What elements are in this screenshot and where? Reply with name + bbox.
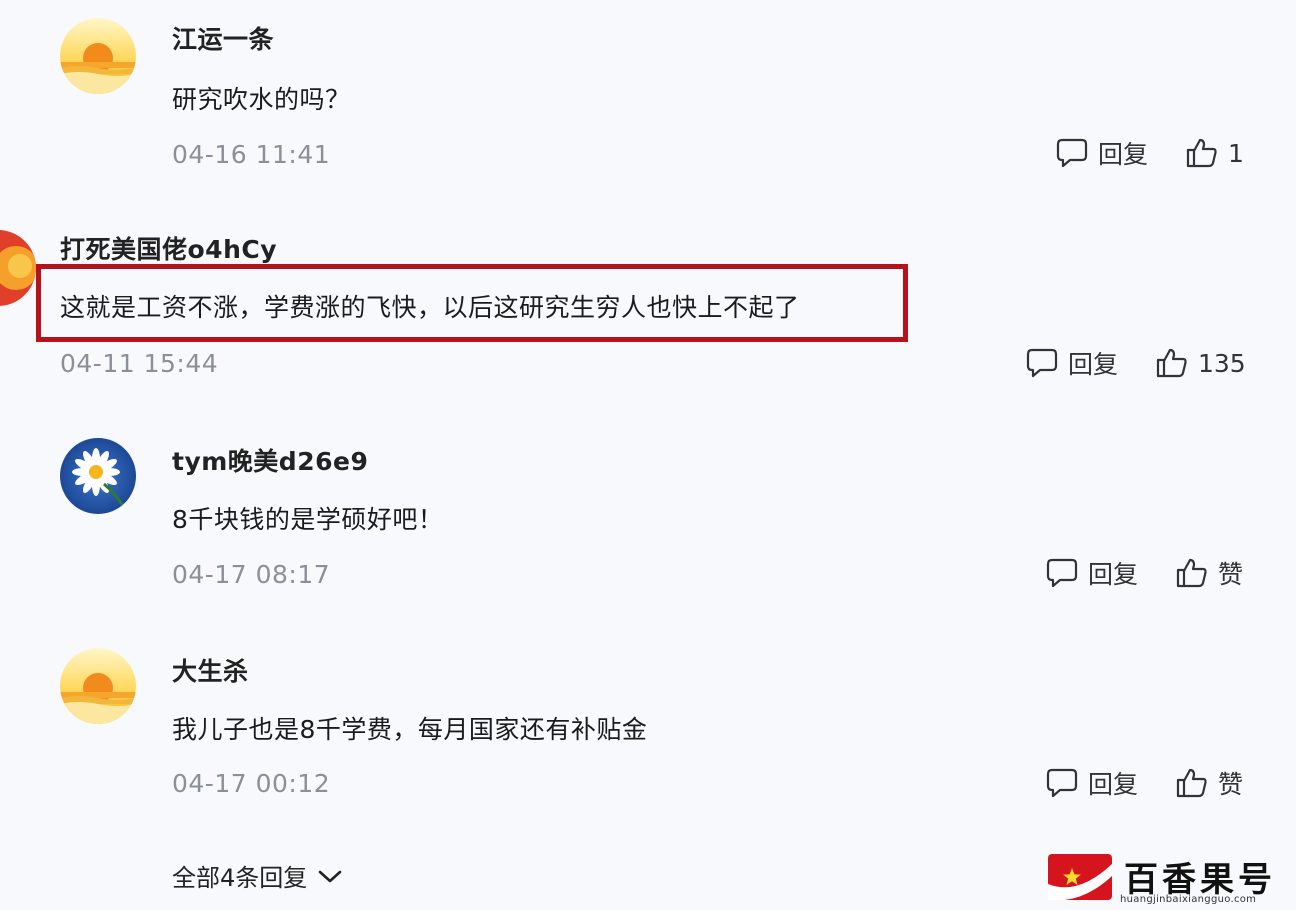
thumbs-up-icon [1186, 138, 1217, 168]
like-count: 1 [1228, 138, 1244, 168]
sunset-avatar-image [60, 648, 136, 724]
comment-username[interactable]: 江运一条 [172, 20, 274, 56]
avatar-sunset[interactable] [60, 18, 136, 94]
show-all-label: 全部4条回复 [172, 864, 308, 892]
thumbs-up-icon [1156, 348, 1187, 378]
reply-button[interactable]: 回复 [1046, 766, 1138, 800]
avatar-sunset[interactable] [60, 648, 136, 724]
reply-label: 回复 [1088, 770, 1139, 799]
reply-button[interactable]: 回复 [1056, 136, 1148, 170]
like-label: 赞 [1218, 770, 1244, 799]
avatar-red[interactable] [0, 230, 36, 306]
thumbs-up-icon [1176, 768, 1207, 798]
comment-username[interactable]: tym晚美d26e9 [172, 442, 368, 478]
comment-timestamp: 04-11 15:44 [60, 349, 219, 378]
watermark-logo-icon [1048, 854, 1112, 900]
highlight-frame [36, 264, 908, 342]
comment-text: 8千块钱的是学硕好吧！ [172, 505, 444, 534]
comment-username[interactable]: 打死美国佬o4hCy [60, 230, 277, 266]
reply-label: 回复 [1098, 140, 1149, 169]
comment-bubble-icon [1056, 138, 1088, 168]
reply-label: 回复 [1068, 350, 1119, 379]
daisy-avatar-image [60, 438, 136, 514]
chevron-down-icon [318, 870, 342, 882]
reply-button[interactable]: 回复 [1046, 556, 1138, 590]
show-all-replies-button[interactable]: 全部4条回复 [172, 858, 343, 893]
like-button[interactable]: 赞 [1176, 556, 1243, 590]
reply-button[interactable]: 回复 [1026, 346, 1118, 380]
comment-timestamp: 04-16 11:41 [172, 140, 331, 169]
comment-bubble-icon [1046, 768, 1078, 798]
comment-timestamp: 04-17 00:12 [172, 769, 331, 798]
comment-text: 我儿子也是8千学费，每月国家还有补贴金 [172, 715, 648, 744]
avatar-daisy[interactable] [60, 438, 136, 514]
watermark: 百香果号 huangjinbaixiangguo.com [1048, 852, 1288, 905]
watermark-url: huangjinbaixiangguo.com [1120, 894, 1257, 905]
reply-label: 回复 [1088, 560, 1139, 589]
red-avatar-image [0, 230, 36, 306]
comment-thread: 江运一条 研究吹水的吗？ 04-16 11:41 回复 1 打死美国佬o4hCy… [0, 0, 1296, 910]
like-count: 135 [1198, 348, 1246, 378]
comment-bubble-icon [1026, 348, 1058, 378]
like-button[interactable]: 1 [1186, 136, 1244, 170]
comment-text: 研究吹水的吗？ [172, 85, 351, 114]
comment-username[interactable]: 大生杀 [172, 652, 249, 688]
thumbs-up-icon [1176, 558, 1207, 588]
sunset-avatar-image [60, 18, 136, 94]
like-button[interactable]: 135 [1156, 346, 1246, 380]
like-button[interactable]: 赞 [1176, 766, 1243, 800]
comment-timestamp: 04-17 08:17 [172, 560, 331, 589]
comment-bubble-icon [1046, 558, 1078, 588]
like-label: 赞 [1218, 560, 1244, 589]
